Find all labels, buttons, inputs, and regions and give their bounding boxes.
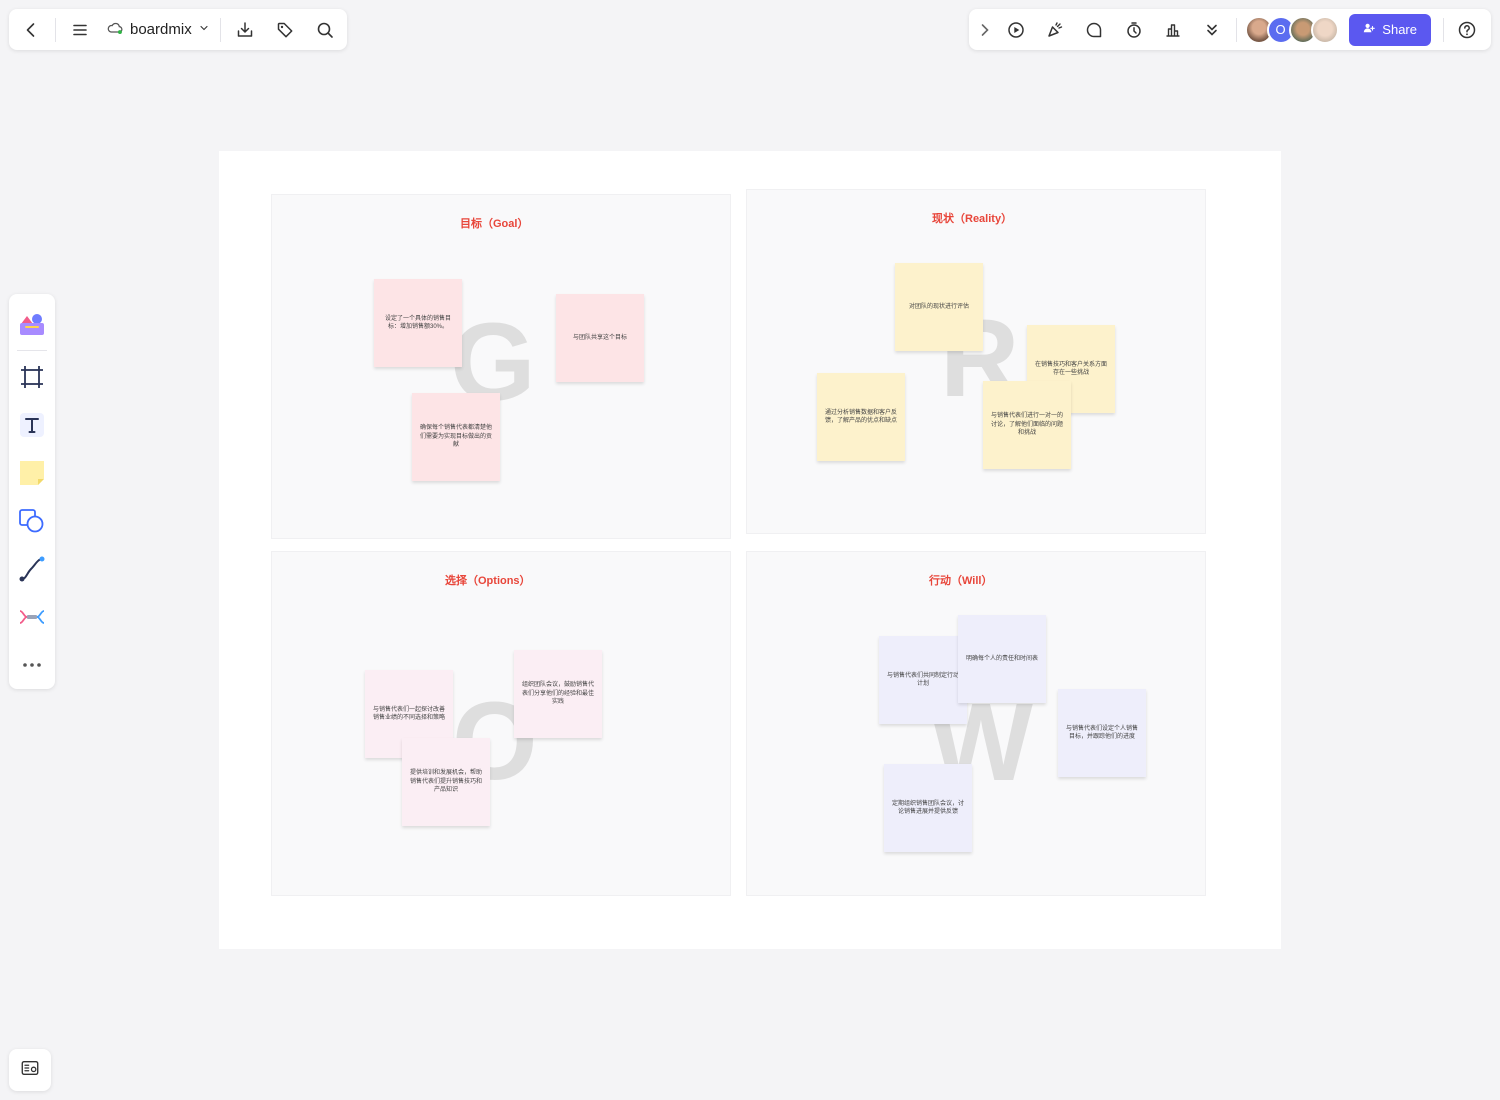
- minimap-icon: [20, 1058, 40, 1083]
- download-icon[interactable]: [225, 10, 265, 50]
- celebrate-icon[interactable]: [1036, 10, 1075, 50]
- chevron-right-icon[interactable]: [973, 10, 997, 50]
- sticky-note[interactable]: 对团队的现状进行评估: [895, 263, 983, 351]
- sticky-note[interactable]: 与销售代表们共同制定行动计划: [879, 636, 967, 724]
- toolbar-divider: [219, 17, 221, 42]
- sticky-note[interactable]: 提供培训和发展机会，帮助销售代表们提升销售技巧和产品知识: [402, 738, 490, 826]
- double-chevron-down-icon[interactable]: [1192, 10, 1231, 50]
- goal-title: 目标（Goal）: [460, 218, 529, 230]
- sticky-note[interactable]: 与销售代表们进行一对一的讨论，了解他们面临的问题和挑战: [983, 381, 1071, 469]
- shape-tool-icon[interactable]: [9, 497, 55, 545]
- goal-quadrant: 目标（Goal） G 设定了一个具体的销售目标：增加销售额30%。 与团队共享这…: [271, 194, 731, 539]
- sticky-note[interactable]: 组织团队会议，鼓励销售代表们分享他们的经验和最佳实践: [514, 650, 602, 738]
- collaborators-avatars[interactable]: O: [1244, 15, 1339, 44]
- whiteboard-canvas[interactable]: 目标（Goal） G 设定了一个具体的销售目标：增加销售额30%。 与团队共享这…: [219, 151, 1281, 949]
- comment-icon[interactable]: [1075, 10, 1114, 50]
- cloud-icon: [106, 19, 124, 41]
- back-icon[interactable]: [11, 10, 51, 50]
- will-quadrant: 行动（Will） W 与销售代表们共同制定行动计划 明确每个人的责任和时间表 与…: [746, 551, 1206, 896]
- mind-map-icon[interactable]: [9, 593, 55, 641]
- tag-icon[interactable]: [265, 10, 305, 50]
- templates-icon[interactable]: [9, 300, 55, 348]
- reality-quadrant: 现状（Reality） R 对团队的现状进行评估 在销售技巧和客户关系方面存在一…: [746, 189, 1206, 534]
- sticky-note[interactable]: 明确每个人的责任和时间表: [958, 615, 1046, 703]
- options-quadrant: 选择（Options） O 与销售代表们一起探讨改善销售业绩的不同选择和策略 组…: [271, 551, 731, 896]
- share-button[interactable]: Share: [1348, 13, 1431, 46]
- menu-icon[interactable]: [60, 10, 100, 50]
- present-play-icon[interactable]: [997, 10, 1036, 50]
- avatar: [1310, 15, 1339, 44]
- connector-line-icon[interactable]: [9, 545, 55, 593]
- reality-title: 现状（Reality）: [932, 213, 1013, 225]
- help-icon[interactable]: [1448, 10, 1487, 50]
- sticky-note[interactable]: 与团队共享这个目标: [556, 294, 644, 382]
- vote-icon[interactable]: [1153, 10, 1192, 50]
- sticky-note-icon[interactable]: [9, 449, 55, 497]
- sticky-note[interactable]: 确保每个销售代表都清楚他们需要为实现目标做出的贡献: [412, 393, 500, 481]
- sticky-note[interactable]: 与销售代表们设定个人销售目标，并跟踪他们的进度: [1058, 689, 1146, 777]
- toolbar-divider: [1442, 17, 1444, 42]
- file-name-dropdown[interactable]: boardmix: [100, 10, 216, 50]
- will-title: 行动（Will）: [929, 575, 993, 587]
- left-toolbar: [9, 294, 55, 689]
- minimap-toggle[interactable]: [9, 1049, 51, 1091]
- text-tool-icon[interactable]: [9, 401, 55, 449]
- top-left-toolbar: boardmix: [9, 9, 347, 50]
- top-right-toolbar: O Share: [969, 9, 1491, 50]
- add-user-icon: [1362, 21, 1376, 38]
- search-icon[interactable]: [305, 10, 345, 50]
- app-name: boardmix: [130, 21, 192, 38]
- toolbar-divider: [1235, 17, 1237, 42]
- toolbar-divider: [55, 17, 56, 42]
- chevron-down-icon: [198, 21, 210, 38]
- sticky-note[interactable]: 定期组织销售团队会议，讨论销售进展并提供反馈: [884, 764, 972, 852]
- timer-icon[interactable]: [1114, 10, 1153, 50]
- options-title: 选择（Options）: [445, 575, 531, 587]
- sticky-note[interactable]: 设定了一个具体的销售目标：增加销售额30%。: [374, 279, 462, 367]
- sticky-note[interactable]: 通过分析销售数据和客户反馈，了解产品的优点和缺点: [817, 373, 905, 461]
- share-label: Share: [1382, 22, 1417, 37]
- more-icon[interactable]: [9, 641, 55, 689]
- frame-icon[interactable]: [9, 353, 55, 401]
- toolbar-divider: [17, 350, 47, 351]
